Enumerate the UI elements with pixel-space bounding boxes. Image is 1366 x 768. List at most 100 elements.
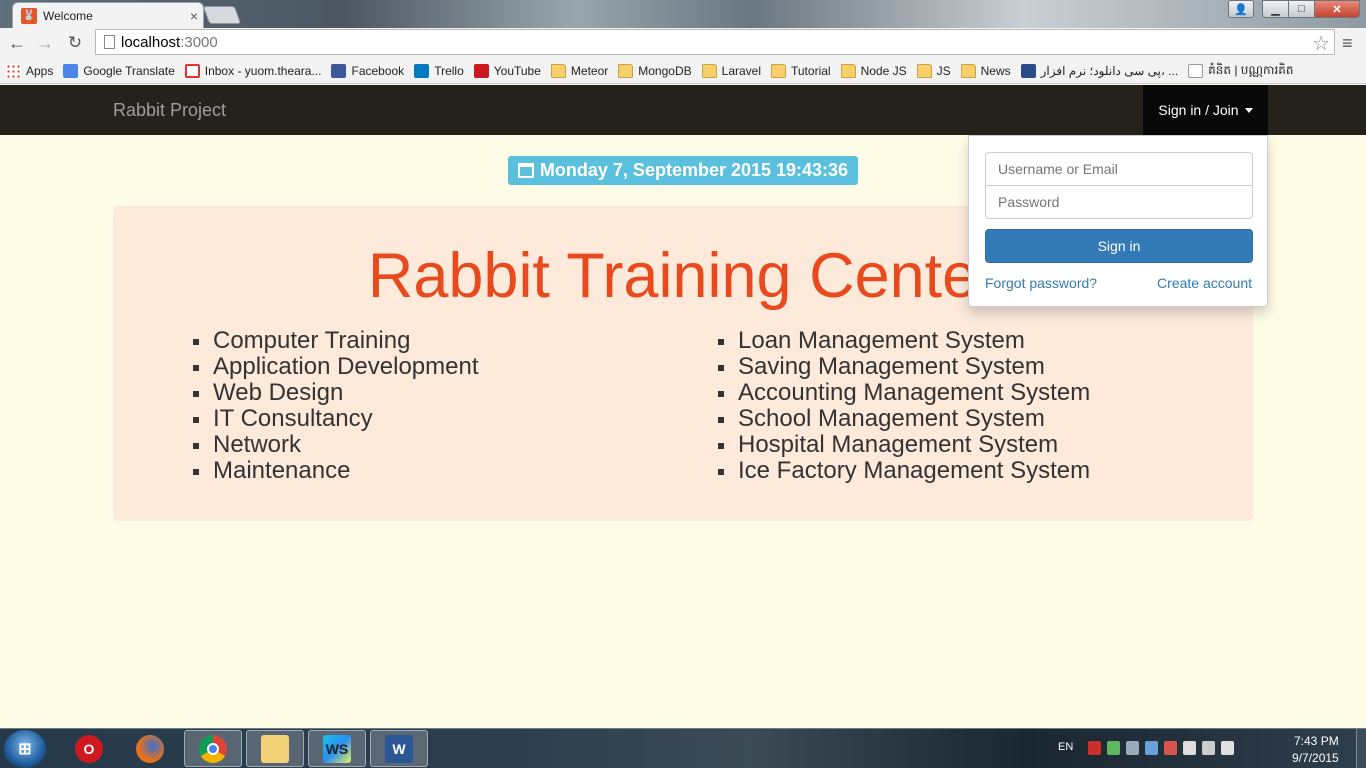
tray-app-icon[interactable] <box>1145 741 1158 755</box>
bookmark-item[interactable]: Node JS <box>840 63 907 78</box>
word-taskbar-button[interactable]: W <box>370 730 428 767</box>
rabbit-favicon-icon: 🐰 <box>21 7 37 24</box>
bookmark-item[interactable]: Inbox - yuom.theara... <box>184 63 322 78</box>
bookmark-label: Google Translate <box>83 63 175 78</box>
folder-icon <box>771 63 786 78</box>
show-desktop-button[interactable] <box>1356 729 1366 768</box>
chrome-taskbar-button[interactable] <box>184 730 242 767</box>
bookmark-label: MongoDB <box>638 63 692 78</box>
tab-close-icon[interactable]: × <box>185 8 203 24</box>
bookmark-item[interactable]: Trello <box>414 63 464 78</box>
bookmark-label: Apps <box>26 63 54 78</box>
page-icon <box>104 35 115 49</box>
bookmark-star-icon[interactable]: ☆ <box>1312 31 1330 56</box>
clock-date[interactable]: 9/7/2015 <box>1292 751 1339 765</box>
service-item: Maintenance <box>193 458 479 484</box>
explorer-taskbar-button[interactable] <box>246 730 304 767</box>
opera-taskbar-button[interactable]: O <box>60 730 118 767</box>
back-arrow-icon[interactable]: ← <box>6 32 28 54</box>
language-indicator[interactable]: EN <box>1058 741 1073 753</box>
bookmark-item[interactable]: Tutorial <box>771 63 831 78</box>
date-time-badge: Monday 7, September 2015 19:43:36 <box>508 156 858 185</box>
bookmark-label: Laravel <box>721 63 761 78</box>
service-item: Saving Management System <box>718 354 1090 380</box>
bookmark-item[interactable]: Google Translate <box>63 63 175 78</box>
maximize-button[interactable]: □ <box>1288 0 1315 18</box>
tray-app-icon[interactable] <box>1107 741 1120 755</box>
new-tab-button[interactable] <box>202 6 242 24</box>
clock-time[interactable]: 7:43 PM <box>1294 734 1339 748</box>
bookmark-label: Inbox - yuom.theara... <box>204 63 322 78</box>
url-host: localhost <box>121 33 181 51</box>
network-signal-icon[interactable] <box>1202 741 1215 755</box>
services-list-left: Computer Training Application Development… <box>193 328 479 484</box>
chrome-menu-icon[interactable]: ≡ <box>1342 33 1353 54</box>
browser-toolbar: ← → ↻ localhost:3000 ☆ ≡ <box>0 28 1366 58</box>
folder-icon <box>840 63 856 78</box>
bookmark-label: JS <box>936 63 951 78</box>
forgot-password-link[interactable]: Forgot password? <box>985 275 1097 291</box>
navbar-brand[interactable]: Rabbit Project <box>113 100 226 121</box>
service-item: Ice Factory Management System <box>718 458 1090 484</box>
bookmark-label: គំនិត | បណ្ណការគិត <box>1208 62 1294 77</box>
forward-arrow-icon[interactable]: → <box>34 32 56 54</box>
gmail-icon <box>184 63 200 78</box>
services-list-right: Loan Management System Saving Management … <box>718 328 1090 484</box>
action-center-icon[interactable] <box>1164 741 1177 755</box>
bookmark-item[interactable]: YouTube <box>473 63 541 78</box>
service-item: Hospital Management System <box>718 432 1090 458</box>
bookmark-item[interactable]: News <box>960 63 1011 78</box>
bookmark-item[interactable]: គំនិត | បណ្ណការគិត <box>1188 62 1294 80</box>
username-input[interactable] <box>985 152 1253 186</box>
bookmark-label: News <box>980 63 1011 78</box>
service-item: Application Development <box>193 354 479 380</box>
service-item: Web Design <box>193 380 479 406</box>
caret-down-icon <box>1244 107 1253 113</box>
bookmark-label: Tutorial <box>791 63 831 78</box>
volume-icon[interactable] <box>1221 741 1234 755</box>
folder-icon <box>701 63 717 78</box>
chrome-icon <box>199 734 227 763</box>
opera-icon: O <box>75 734 103 763</box>
bookmark-item[interactable]: Laravel <box>701 63 761 78</box>
signin-button[interactable]: Sign in <box>985 229 1253 263</box>
date-time-text: Monday 7, September 2015 19:43:36 <box>539 160 849 180</box>
service-item: Accounting Management System <box>718 380 1090 406</box>
facebook-icon <box>331 63 347 78</box>
service-item: IT Consultancy <box>193 406 479 432</box>
url-port: :3000 <box>180 33 218 51</box>
bookmarks-bar: Apps Google Translate Inbox - yuom.theara.… <box>0 58 1366 84</box>
firefox-icon <box>136 734 164 763</box>
word-icon: W <box>385 734 413 763</box>
service-item: School Management System <box>718 406 1090 432</box>
user-profile-icon[interactable]: 👤 <box>1228 0 1254 18</box>
bookmark-label: Facebook <box>351 63 405 78</box>
bookmark-label: YouTube <box>493 63 541 78</box>
windows-start-icon[interactable]: ⊞ <box>4 730 46 768</box>
bookmark-item[interactable]: JS <box>916 63 951 78</box>
minimize-button[interactable]: ▁ <box>1262 0 1289 18</box>
firefox-taskbar-button[interactable] <box>121 730 179 767</box>
windows-taskbar: ⊞ O WS W EN 7:43 PM 9/7/2015 <box>0 728 1366 768</box>
bookmark-item[interactable]: پی سی دانلود؛ نرم افزار، ... <box>1020 63 1178 78</box>
reload-icon[interactable]: ↻ <box>64 32 86 54</box>
bookmark-item[interactable]: Apps <box>6 63 54 78</box>
bookmark-item[interactable]: MongoDB <box>618 63 692 78</box>
signin-dropdown-toggle[interactable]: Sign in / Join <box>1143 85 1268 135</box>
battery-icon[interactable] <box>1183 741 1196 755</box>
bookmark-item[interactable]: Meteor <box>550 63 608 78</box>
bookmark-label: Node JS <box>860 63 907 78</box>
webstorm-taskbar-button[interactable]: WS <box>308 730 366 767</box>
address-bar[interactable]: localhost:3000 ☆ <box>95 29 1335 55</box>
browser-tab[interactable]: 🐰 Welcome × <box>12 2 204 28</box>
system-tray <box>1088 741 1234 755</box>
password-input[interactable] <box>985 185 1253 219</box>
close-window-button[interactable]: ✕ <box>1314 0 1360 18</box>
tray-app-icon[interactable] <box>1088 741 1101 755</box>
tray-app-icon[interactable] <box>1126 741 1139 755</box>
site-navbar: Rabbit Project Sign in / Join <box>0 85 1366 135</box>
create-account-link[interactable]: Create account <box>1157 275 1252 291</box>
folder-icon <box>261 734 289 763</box>
bookmark-item[interactable]: Facebook <box>331 63 405 78</box>
trello-icon <box>414 63 430 78</box>
